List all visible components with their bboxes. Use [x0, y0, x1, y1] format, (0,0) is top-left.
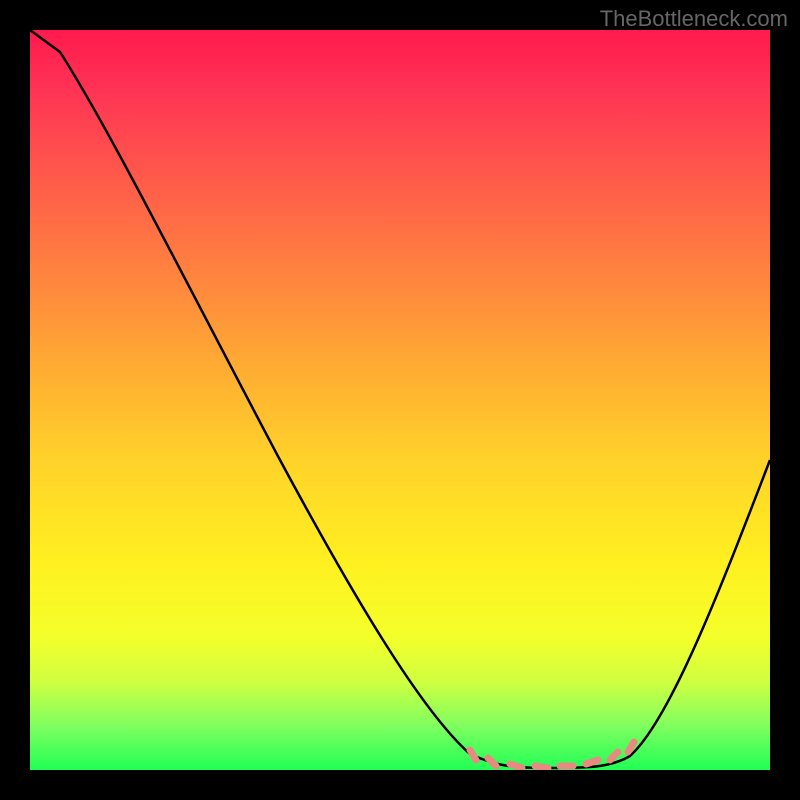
watermark-text: TheBottleneck.com [600, 6, 788, 32]
bottleneck-curve-path [30, 30, 770, 768]
bottleneck-curve-svg [30, 30, 770, 770]
